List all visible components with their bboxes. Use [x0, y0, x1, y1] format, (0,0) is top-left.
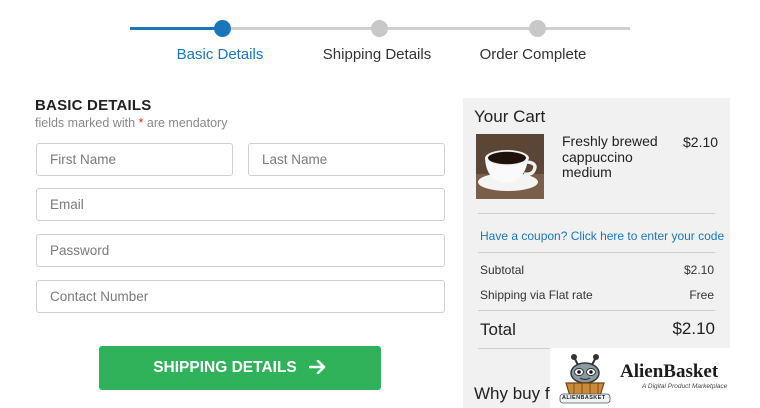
step-label-order-complete[interactable]: Order Complete [480, 46, 587, 63]
logo-name: AlienBasket [620, 361, 719, 382]
coffee-cup-image [476, 134, 544, 199]
stepper-track-line [222, 27, 630, 30]
cart-item-name[interactable]: Freshly brewed cappuccino medium [562, 133, 672, 181]
cart-divider [478, 310, 715, 311]
cart-title: Your Cart [474, 107, 546, 126]
step-dot-shipping-details [371, 20, 388, 37]
shipping-value: Free [689, 288, 714, 302]
total-label: Total [480, 320, 516, 339]
shipping-details-button-label: SHIPPING DETAILS [153, 359, 297, 376]
step-dot-order-complete [529, 20, 546, 37]
first-name-input[interactable] [36, 143, 233, 176]
form-required-note: fields marked with * are mendatory [35, 116, 227, 130]
shipping-details-button[interactable]: SHIPPING DETAILS [99, 346, 381, 390]
alienbasket-logo: ALIENBASKET AlienBasket A Digital Produc… [550, 348, 730, 408]
coupon-link[interactable]: Have a coupon? Click here to enter your … [480, 229, 724, 243]
required-note-suffix: are mendatory [143, 116, 228, 130]
step-label-basic-details[interactable]: Basic Details [177, 46, 264, 63]
shipping-label: Shipping via Flat rate [480, 288, 593, 302]
contact-number-input[interactable] [36, 280, 445, 313]
cart-item-price: $2.10 [683, 134, 719, 150]
form-heading: BASIC DETAILS [35, 97, 152, 114]
total-value: $2.10 [672, 319, 715, 338]
email-input[interactable] [36, 188, 445, 221]
password-input[interactable] [36, 234, 445, 267]
subtotal-label: Subtotal [480, 263, 525, 277]
arrow-right-icon [308, 358, 327, 378]
cart-divider [478, 213, 715, 214]
cart-divider [478, 252, 715, 253]
logo-tagline: A Digital Product Marketplace [642, 383, 728, 390]
required-note-prefix: fields marked with [35, 116, 139, 130]
step-dot-basic-details [214, 20, 231, 37]
stepper-progress-line [130, 27, 222, 30]
step-label-shipping-details[interactable]: Shipping Details [323, 46, 431, 63]
checkout-stepper: Basic Details Shipping Details Order Com… [0, 0, 760, 80]
last-name-input[interactable] [248, 143, 445, 176]
subtotal-value: $2.10 [683, 263, 714, 277]
logo-badge-text: ALIENBASKET [562, 395, 606, 401]
why-buy-heading: Why buy f [474, 384, 550, 403]
